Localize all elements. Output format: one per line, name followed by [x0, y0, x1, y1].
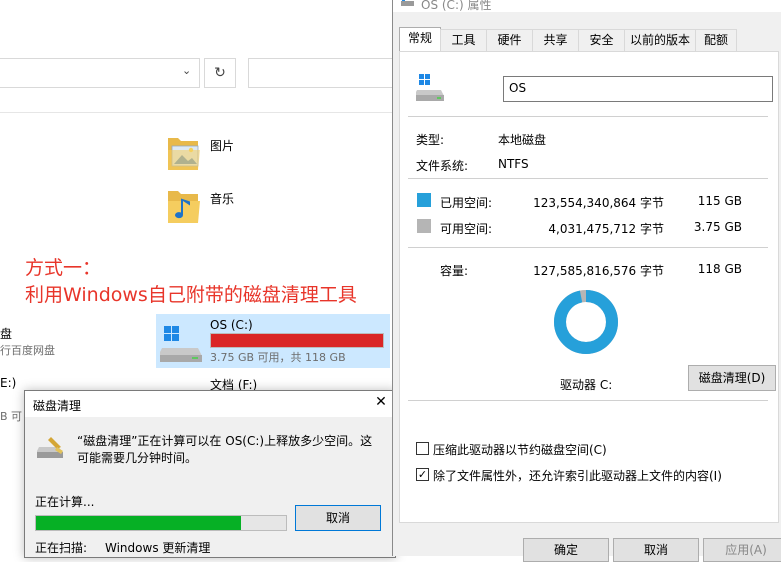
disk-cleanup-icon: [36, 435, 67, 461]
compress-checkbox[interactable]: [416, 442, 429, 455]
drive-e-partial[interactable]: E:): [0, 376, 16, 390]
drive-c-space-info: 3.75 GB 可用，共 118 GB: [210, 351, 346, 364]
music-folder-icon[interactable]: [166, 187, 202, 227]
hard-drive-windows-icon: [414, 74, 446, 102]
disk-usage-donut: [552, 288, 620, 356]
pictures-folder-icon[interactable]: [166, 134, 202, 174]
filesystem-label: 文件系统:: [416, 159, 469, 173]
used-space-swatch: [417, 193, 431, 207]
search-input[interactable]: [248, 58, 410, 88]
refresh-button[interactable]: ↻: [204, 58, 236, 88]
drive-letter-label: 驱动器 C:: [560, 378, 613, 392]
capacity-label: 容量:: [440, 264, 469, 278]
annotation-text: 方式一： 利用Windows自己附带的磁盘清理工具: [25, 255, 357, 309]
hard-drive-windows-icon: [158, 324, 204, 364]
type-value: 本地磁盘: [498, 133, 547, 147]
apply-button[interactable]: 应用(A): [703, 538, 781, 562]
filesystem-value: NTFS: [498, 157, 529, 171]
tab-tools[interactable]: 工具: [440, 29, 487, 51]
disk-cleanup-button[interactable]: 磁盘清理(D): [688, 365, 776, 391]
used-space-bytes: 123,554,340,864 字节: [533, 196, 664, 210]
free-space-label: 可用空间:: [440, 222, 493, 236]
donut-used-slice: [554, 290, 618, 354]
folder-label-pictures[interactable]: 图片: [210, 137, 234, 154]
capacity-gb: 118 GB: [697, 262, 742, 276]
cancel-button[interactable]: 取消: [613, 538, 699, 562]
tab-sharing[interactable]: 共享: [532, 29, 579, 51]
drive-name-input[interactable]: OS: [503, 76, 773, 102]
compress-label[interactable]: 压缩此驱动器以节约磁盘空间(C): [433, 441, 607, 458]
annotation-line-2: 利用Windows自己附带的磁盘清理工具: [25, 284, 357, 306]
index-label[interactable]: 除了文件属性外，还允许索引此驱动器上文件的内容(I): [433, 467, 722, 484]
drive-name-value: OS: [509, 81, 527, 95]
cancel-button[interactable]: 取消: [295, 505, 381, 531]
progress-bar: [35, 515, 287, 531]
free-space-gb: 3.75 GB: [693, 220, 742, 234]
tab-previous-versions[interactable]: 以前的版本: [624, 29, 696, 51]
free-space-swatch: [417, 219, 431, 233]
tab-quota[interactable]: 配额: [695, 29, 737, 51]
used-space-gb: 115 GB: [697, 194, 742, 208]
used-space-label: 已用空间:: [440, 196, 493, 210]
folder-label-music[interactable]: 音乐: [210, 190, 234, 207]
drive-properties-dialog: OS (C:) 属性 常规 工具 硬件 共享 安全 以前的版本 配额 OS 类型…: [392, 0, 781, 562]
tab-security[interactable]: 安全: [578, 29, 625, 51]
close-icon[interactable]: ✕: [371, 394, 391, 410]
free-space-bytes: 4,031,475,712 字节: [548, 222, 664, 236]
general-tab-panel: OS 类型: 本地磁盘 文件系统: NTFS 已用空间: 123,554,340…: [399, 51, 779, 523]
divider: [408, 400, 768, 401]
type-label: 类型:: [416, 133, 445, 147]
progress-bar-fill: [36, 516, 241, 530]
address-bar[interactable]: [0, 58, 200, 88]
drive-c-usage-bar: [210, 333, 384, 348]
scanning-label: 正在扫描:: [35, 541, 88, 555]
drive-title-icon: [401, 0, 415, 7]
divider: [408, 116, 768, 117]
annotation-line-1: 方式一：: [25, 257, 102, 279]
ok-button[interactable]: 确定: [523, 538, 609, 562]
drive-c-name[interactable]: OS (C:): [210, 318, 253, 332]
properties-title: OS (C:) 属性: [421, 0, 492, 12]
drive-sub-partial: 行百度网盘: [0, 344, 55, 357]
divider: [408, 247, 768, 248]
disk-cleanup-dialog: 磁盘清理 ✕ “磁盘清理”正在计算可以在 OS(C:)上释放多少空间。这可能需要…: [24, 390, 396, 558]
tab-general[interactable]: 常规: [399, 27, 441, 52]
divider: [408, 178, 768, 179]
drive-name-partial[interactable]: 盘: [0, 325, 12, 342]
scanning-item: Windows 更新清理: [105, 541, 211, 555]
tab-hardware[interactable]: 硬件: [486, 29, 533, 51]
index-checkbox[interactable]: ✓: [416, 468, 429, 481]
drive-e-info-partial: B 可: [0, 410, 23, 423]
divider: [0, 112, 395, 113]
chevron-down-icon[interactable]: ⌄: [182, 64, 191, 77]
dialog-message: “磁盘清理”正在计算可以在 OS(C:)上释放多少空间。这可能需要几分钟时间。: [77, 434, 373, 465]
calculating-label: 正在计算...: [35, 495, 95, 509]
dialog-title: 磁盘清理: [33, 399, 82, 413]
capacity-bytes: 127,585,816,576 字节: [533, 264, 664, 278]
